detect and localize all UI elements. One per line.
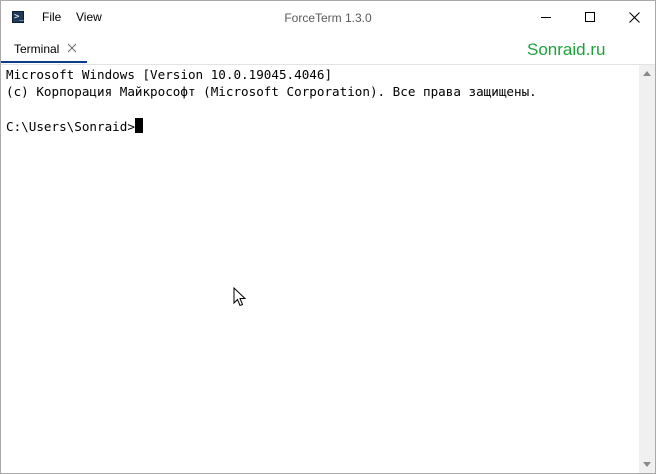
- terminal-app-icon[interactable]: >_: [12, 11, 25, 23]
- minimize-button[interactable]: [523, 1, 569, 33]
- tab-bar: Terminal Sonraid.ru: [1, 33, 655, 65]
- terminal-prompt: C:\Users\Sonraid>: [6, 119, 135, 134]
- title-bar[interactable]: >_ File View ForceTerm 1.3.0: [1, 1, 655, 33]
- menu-file[interactable]: File: [42, 10, 61, 24]
- maximize-button[interactable]: [567, 1, 613, 33]
- forceterm-window: >_ File View ForceTerm 1.3.0 Terminal So: [0, 0, 656, 474]
- active-tab-indicator: [1, 61, 87, 63]
- tab-terminal[interactable]: Terminal: [1, 33, 87, 65]
- terminal-line: (c) Корпорация Майкрософт (Microsoft Cor…: [6, 84, 537, 99]
- menu-view[interactable]: View: [76, 10, 102, 24]
- app-icon-glyph: >_: [14, 12, 25, 22]
- chevron-down-icon: [643, 462, 651, 467]
- vertical-scrollbar[interactable]: [639, 65, 655, 473]
- close-icon[interactable]: [66, 42, 78, 54]
- close-button[interactable]: [611, 1, 656, 33]
- text-cursor: [134, 118, 143, 133]
- terminal-output[interactable]: Microsoft Windows [Version 10.0.19045.40…: [1, 65, 639, 473]
- chevron-up-icon: [643, 71, 651, 76]
- mouse-pointer-icon: [233, 287, 247, 307]
- maximize-icon: [585, 12, 595, 22]
- minimize-icon: [541, 16, 551, 18]
- scroll-up-button[interactable]: [639, 65, 655, 82]
- terminal-prompt-line[interactable]: C:\Users\Sonraid>: [6, 118, 143, 134]
- close-icon: [628, 11, 640, 23]
- tab-terminal-label: Terminal: [14, 42, 60, 56]
- watermark: Sonraid.ru: [527, 40, 606, 59]
- scroll-down-button[interactable]: [639, 456, 655, 473]
- terminal-line: Microsoft Windows [Version 10.0.19045.40…: [6, 67, 333, 82]
